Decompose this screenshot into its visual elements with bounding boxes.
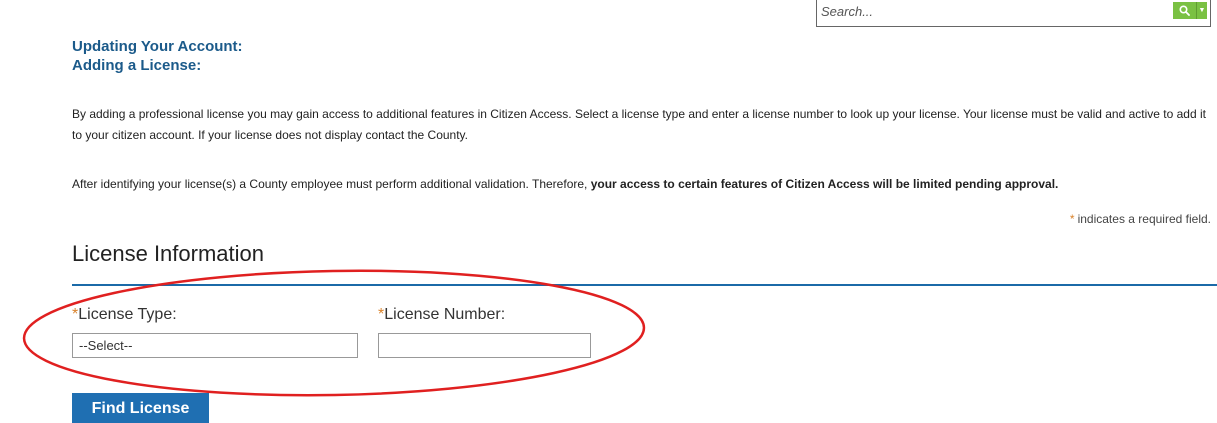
find-license-button[interactable]: Find License	[72, 393, 209, 423]
license-number-label: *License Number:	[378, 306, 505, 324]
license-type-select[interactable]: --Select--	[72, 333, 358, 358]
license-number-label-text: License Number:	[384, 306, 506, 323]
section-title: License Information	[72, 241, 264, 266]
page: ▼ Updating Your Account: Adding a Licens…	[0, 0, 1217, 423]
heading-adding-license: Adding a License:	[72, 57, 202, 74]
license-type-label: *License Type:	[72, 306, 177, 324]
intro-paragraph: By adding a professional license you may…	[72, 107, 1206, 142]
heading-updating-account: Updating Your Account:	[72, 38, 243, 55]
validation-paragraph: After identifying your license(s) a Coun…	[72, 174, 1212, 195]
license-number-input[interactable]	[378, 333, 591, 358]
license-type-label-text: License Type:	[78, 306, 177, 323]
section-divider	[72, 284, 1217, 286]
required-star: *	[1069, 212, 1075, 226]
search-input[interactable]	[817, 0, 1173, 23]
required-note-text: indicates a required field.	[1077, 212, 1211, 226]
required-field-note: * indicates a required field.	[1070, 212, 1211, 226]
search-button[interactable]: ▼	[1173, 1, 1207, 19]
validation-text: After identifying your license(s) a Coun…	[72, 177, 591, 191]
page-heading: Updating Your Account: Adding a License:	[72, 37, 243, 75]
search-icon	[1173, 2, 1196, 19]
chevron-down-icon[interactable]: ▼	[1196, 1, 1207, 19]
validation-bold-text: your access to certain features of Citiz…	[590, 177, 1059, 191]
search-bar: ▼	[816, 0, 1211, 27]
